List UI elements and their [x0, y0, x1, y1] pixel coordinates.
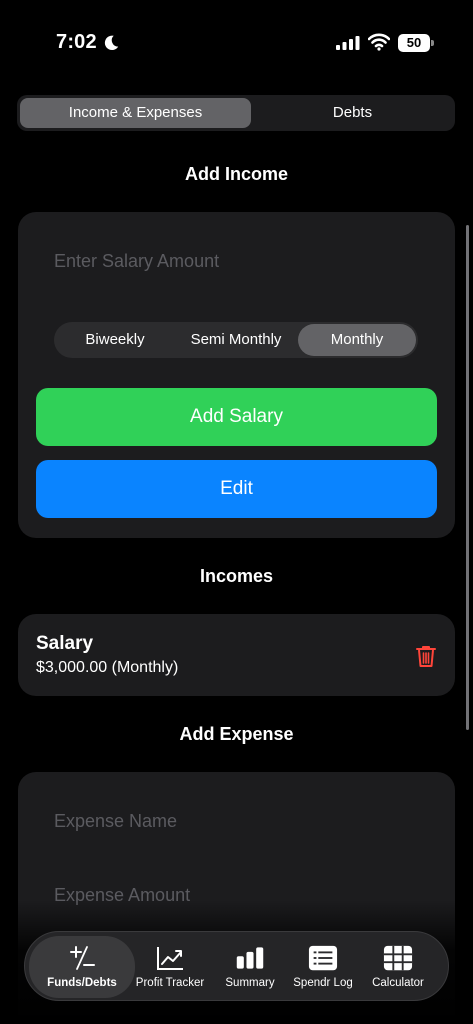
status-bar: 7:02 50 [0, 0, 473, 80]
income-amount: $3,000.00 (Monthly) [36, 659, 179, 676]
tab-label-calculator: Calculator [372, 977, 424, 989]
tab-debts[interactable]: Debts [253, 98, 452, 128]
add-income-title: Add Income [184, 164, 288, 184]
calculator-grid-icon [383, 945, 413, 971]
cellular-signal-icon [336, 36, 360, 50]
plus-minus-icon [70, 946, 95, 970]
add-expense-title: Add Expense [179, 724, 294, 744]
frequency-semi-monthly[interactable]: Semi Monthly [176, 324, 296, 356]
battery-level: 50 [398, 34, 430, 52]
trash-icon[interactable] [415, 644, 437, 668]
tab-calculator[interactable]: Calculator [345, 936, 451, 998]
salary-amount-input[interactable]: Enter Salary Amount [54, 251, 219, 272]
tab-income-expenses[interactable]: Income & Expenses [20, 98, 251, 128]
moon-icon [104, 35, 119, 51]
expense-name-input[interactable]: Expense Name [54, 811, 177, 832]
status-time: 7:02 [56, 31, 97, 53]
top-segmented-control: Income & Expenses Debts [17, 95, 455, 131]
income-name: Salary [36, 633, 94, 654]
add-income-card: Enter Salary Amount Biweekly Semi Monthl… [18, 212, 455, 538]
chart-trend-icon [157, 947, 183, 970]
list-icon [308, 945, 338, 971]
frequency-segmented-control: Biweekly Semi Monthly Monthly [54, 322, 418, 358]
scroll-indicator[interactable] [466, 225, 469, 730]
frequency-biweekly[interactable]: Biweekly [56, 324, 174, 356]
incomes-title: Incomes [199, 566, 274, 586]
bar-chart-icon [236, 947, 264, 969]
frequency-monthly[interactable]: Monthly [298, 324, 416, 356]
tab-bar: Funds/Debts Profit Tracker Summary Spend… [24, 931, 449, 1001]
edit-button[interactable]: Edit [36, 460, 437, 518]
income-list-item: Salary $3,000.00 (Monthly) [18, 614, 455, 696]
wifi-icon [368, 33, 390, 51]
battery-icon: 50 [398, 34, 434, 52]
add-salary-button[interactable]: Add Salary [36, 388, 437, 446]
